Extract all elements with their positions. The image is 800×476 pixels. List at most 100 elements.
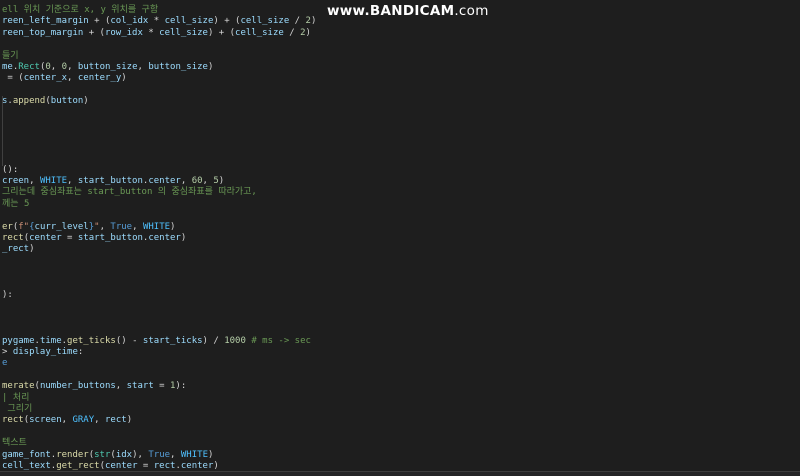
code-token: f": [18, 221, 30, 232]
code-token: ): [121, 73, 127, 84]
code-token: cell_text: [2, 461, 51, 471]
code-line[interactable]: e: [2, 358, 7, 369]
code-token: render: [56, 449, 89, 460]
code-token: *: [148, 16, 165, 27]
code-token: :: [77, 347, 84, 357]
code-line[interactable]: pygame.time.get_ticks() - start_ticks) /…: [2, 336, 311, 347]
code-token: ): [213, 461, 219, 471]
code-line[interactable]: game_font.render(str(idx), True, WHITE): [2, 450, 213, 461]
code-token: cell_size: [235, 27, 284, 38]
code-token: ): [218, 176, 225, 186]
code-line[interactable]: 텍스트: [2, 438, 27, 449]
code-token: ,: [99, 221, 111, 232]
code-token: center_x: [23, 73, 68, 84]
code-token: >: [2, 347, 13, 357]
code-token: ,: [67, 62, 78, 72]
code-line[interactable]: 들기: [2, 51, 19, 62]
code-line[interactable]: ):: [2, 290, 13, 301]
code-token: ,: [115, 381, 127, 392]
code-token: idx: [115, 449, 133, 460]
code-token: ): [170, 221, 176, 232]
code-line[interactable]: rect(screen, GRAY, rect): [2, 415, 132, 426]
code-token: 텍스트: [2, 438, 27, 449]
code-token: WHITE: [180, 449, 208, 460]
code-token: # ms -> sec: [245, 335, 311, 346]
code-token: 그리기: [2, 404, 33, 414]
code-token: ,: [132, 221, 143, 232]
code-line[interactable]: creen, WHITE, start_button.center, 60, 5…: [2, 176, 224, 187]
code-line[interactable]: rect(center = start_button.center): [2, 233, 186, 244]
code-token: get_ticks: [67, 335, 116, 346]
code-token: start_button: [77, 233, 143, 243]
code-line[interactable]: er(f"{curr_level}", True, WHITE): [2, 222, 175, 233]
code-token: er: [2, 221, 13, 232]
code-token: display_time: [12, 347, 78, 357]
code-token: merate: [2, 381, 35, 392]
code-token: row_idx: [104, 27, 143, 38]
code-token: col_idx: [110, 16, 149, 27]
code-token: ell 위치 기준으로 x, y 위치를 구함: [2, 5, 159, 15]
code-line[interactable]: > display_time:: [2, 347, 83, 358]
code-token: /: [283, 27, 301, 38]
code-line[interactable]: 그리기: [2, 404, 32, 415]
code-line[interactable]: me.Rect(0, 0, button_size, button_size): [2, 62, 213, 73]
code-token: ,: [67, 176, 78, 186]
code-token: cell_size: [159, 27, 208, 38]
code-token: WHITE: [142, 221, 171, 232]
code-line[interactable]: _rect): [2, 244, 35, 255]
code-token: start_button: [77, 176, 143, 186]
code-token: ,: [61, 415, 73, 426]
code-line[interactable]: s.append(button): [2, 96, 89, 107]
code-token: ): [305, 27, 311, 38]
code-token: 들기: [2, 50, 19, 61]
code-token: ): [29, 244, 35, 255]
code-line[interactable]: reen_top_margin + (row_idx * cell_size) …: [2, 28, 311, 39]
code-token: ,: [137, 62, 149, 72]
code-token: rect: [105, 415, 127, 426]
code-token: ): [180, 233, 187, 243]
code-line[interactable]: merate(number_buttons, start = 1):: [2, 381, 186, 392]
code-token: center: [104, 461, 138, 471]
code-token: + (: [88, 16, 111, 27]
code-token: | 처리: [2, 392, 30, 403]
watermark-brand: www.BANDICAM: [327, 3, 455, 19]
code-token: ,: [67, 73, 78, 84]
code-token: button_size: [77, 62, 138, 72]
code-token: center: [29, 233, 62, 243]
code-token: reen_left_margin: [2, 16, 89, 27]
code-token: = (: [2, 73, 24, 84]
code-token: ,: [50, 62, 62, 72]
code-line[interactable]: ell 위치 기준으로 x, y 위치를 구함: [2, 5, 158, 16]
code-token: ,: [170, 449, 181, 460]
code-line[interactable]: | 처리: [2, 393, 29, 404]
code-token: center_y: [77, 73, 122, 84]
code-token: ),: [132, 449, 149, 460]
code-token: str: [94, 449, 111, 460]
code-line[interactable]: ():: [2, 165, 18, 176]
code-token: cell_size: [240, 16, 290, 27]
code-token: =: [61, 233, 78, 243]
code-token: ):: [2, 290, 13, 300]
code-token: 그리는데 중심좌표는 start_button 의 중심좌표를 따라가고,: [2, 187, 257, 198]
code-token: True: [110, 221, 133, 232]
code-token: ): [207, 62, 214, 72]
code-editor[interactable]: ell 위치 기준으로 x, y 위치를 구함 reen_left_margin …: [0, 0, 800, 475]
code-line[interactable]: 께는 5: [2, 199, 29, 210]
code-token: append: [12, 96, 46, 107]
code-line[interactable]: = (center_x, center_y): [2, 73, 127, 84]
code-token: ) /: [202, 335, 225, 346]
code-token: WHITE: [39, 176, 68, 186]
code-token: ): [207, 449, 214, 460]
code-token: get_rect: [56, 461, 100, 471]
code-token: =: [153, 381, 170, 392]
code-line[interactable]: 그리는데 중심좌표는 start_button 의 중심좌표를 따라가고,: [2, 187, 257, 198]
code-token: button: [50, 96, 84, 107]
code-token: pygame: [2, 335, 35, 346]
code-line[interactable]: reen_left_margin + (col_idx * cell_size)…: [2, 16, 316, 27]
code-token: cell_size: [164, 16, 214, 27]
code-token: screen: [29, 415, 62, 426]
code-token: ) + (: [207, 27, 236, 38]
code-token: 께는 5: [2, 198, 30, 209]
code-token: rect: [153, 461, 176, 471]
code-token: ():: [2, 164, 19, 175]
